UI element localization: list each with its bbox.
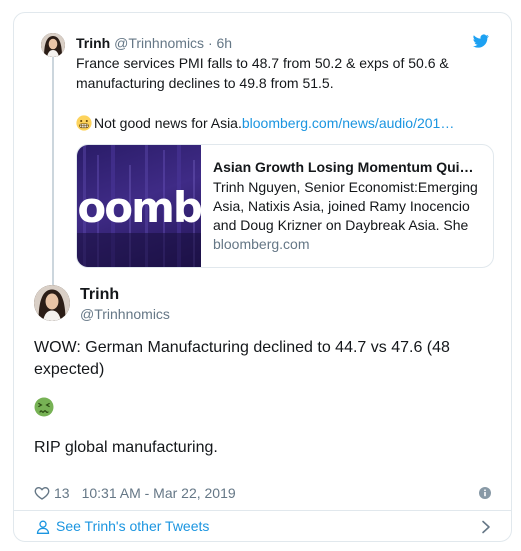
header-separator: · xyxy=(207,35,213,51)
parent-tweet-header: Trinh @Trinhnomics · 6h xyxy=(76,35,232,51)
bloomberg-logo-text: loomber xyxy=(77,183,201,232)
see-other-tweets-label: See Trinh's other Tweets xyxy=(56,518,210,534)
author-avatar[interactable] xyxy=(34,285,70,321)
parent-avatar[interactable] xyxy=(41,33,65,57)
parent-text-prefix: Not good news for Asia. xyxy=(94,115,242,131)
author-handle[interactable]: @Trinhnomics xyxy=(80,305,170,323)
heart-icon[interactable] xyxy=(34,485,50,501)
chevron-right-icon xyxy=(482,520,490,534)
person-icon xyxy=(36,520,50,534)
parent-author-handle[interactable]: @Trinhnomics xyxy=(114,35,204,51)
twitter-bird-icon[interactable] xyxy=(473,33,489,49)
like-count[interactable]: 13 xyxy=(54,485,70,501)
tweet-paragraph: WOW: German Manufacturing declined to 44… xyxy=(34,339,450,378)
tweet-meta: 13 10:31 AM - Mar 22, 2019 xyxy=(34,483,236,503)
info-icon[interactable] xyxy=(479,487,491,499)
parent-author-name[interactable]: Trinh xyxy=(76,35,110,51)
parent-tweet-time[interactable]: 6h xyxy=(217,35,233,51)
parent-text-line: France services PMI falls to 48.7 from 5… xyxy=(76,55,449,71)
parent-text-line: Not good news for Asia.bloomberg.com/new… xyxy=(76,113,496,133)
embedded-tweet-card: Trinh @Trinhnomics · 6h France services … xyxy=(13,12,512,542)
tweet-timestamp[interactable]: 10:31 AM - Mar 22, 2019 xyxy=(82,485,236,501)
tweet-text: WOW: German Manufacturing declined to 44… xyxy=(34,337,494,459)
parent-text-line: manufacturing declines to 49.8 from 51.5… xyxy=(76,75,334,91)
article-link[interactable]: bloomberg.com/news/audio/201… xyxy=(242,115,454,131)
link-preview-domain: bloomberg.com xyxy=(213,236,310,252)
link-preview-title[interactable]: Asian Growth Losing Momentum Qui… xyxy=(213,157,485,177)
see-other-tweets-button[interactable]: See Trinh's other Tweets xyxy=(14,511,511,542)
tweet-paragraph: RIP global manufacturing. xyxy=(34,439,218,456)
link-preview-image: loomber xyxy=(77,145,201,267)
author-name[interactable]: Trinh xyxy=(80,285,119,305)
parent-tweet-text: France services PMI falls to 48.7 from 5… xyxy=(76,53,496,133)
link-preview-body: Asian Growth Losing Momentum Qui… Trinh … xyxy=(213,157,485,254)
grimacing-face-emoji xyxy=(76,115,92,131)
link-preview-description: Trinh Nguyen, Senior Economist:Emerging … xyxy=(213,179,478,233)
link-preview-card[interactable]: loomber Asian Growth Losing Momentum Qui… xyxy=(76,144,494,268)
nauseated-face-emoji xyxy=(34,397,54,417)
thread-connector-line xyxy=(52,57,54,295)
